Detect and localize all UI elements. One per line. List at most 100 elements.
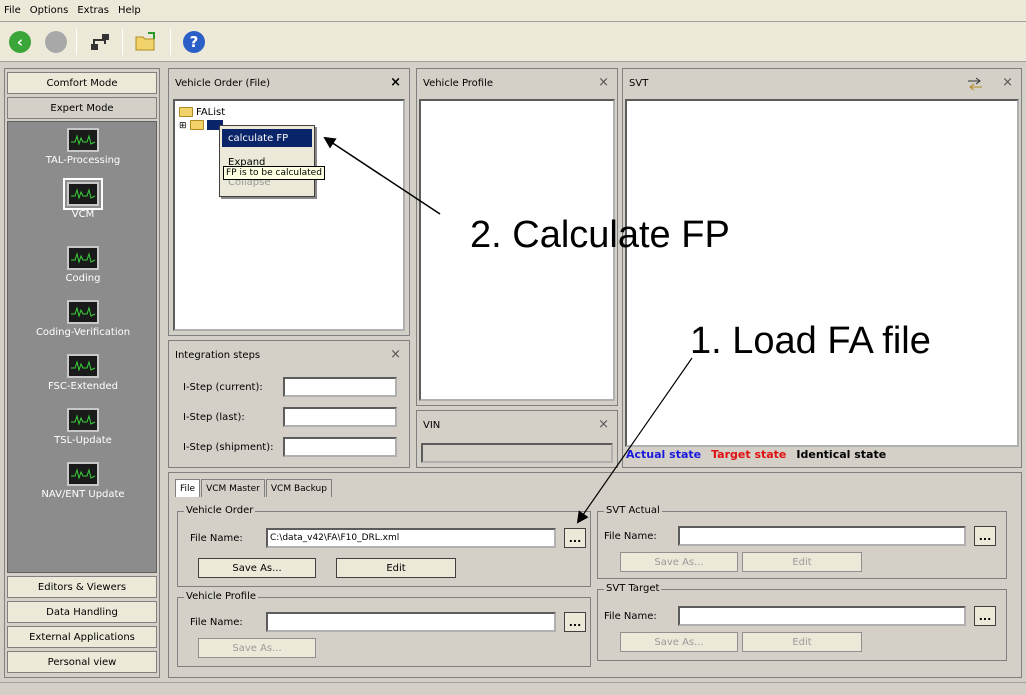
vehicle-order-panel: Vehicle Order (File) × FAList ⊞ calculat… <box>168 68 410 336</box>
monitor-icon <box>67 300 99 324</box>
vehicle-profile-group: Vehicle Profile File Name: ... Save As..… <box>177 591 591 667</box>
menu-options[interactable]: Options <box>30 5 69 16</box>
toolbar-separator <box>170 29 171 55</box>
file-name-label: File Name: <box>190 616 243 628</box>
file-name-label: File Name: <box>604 610 657 622</box>
nav-item-tsl-update[interactable]: TSL-Update <box>8 408 158 446</box>
toolbar-separator <box>122 29 123 55</box>
open-button[interactable] <box>132 28 160 56</box>
svt-actual-file-input[interactable] <box>678 526 966 546</box>
vin-panel: VIN × <box>416 410 618 468</box>
istep-shipment-field[interactable] <box>283 437 397 457</box>
monitor-icon <box>67 354 99 378</box>
editors-viewers-button[interactable]: Editors & Viewers <box>7 576 157 598</box>
svt-legend: Actual state Target state Identical stat… <box>626 448 896 461</box>
calculate-fp-menu-item[interactable]: calculate FP <box>222 129 312 147</box>
vehicle-profile-save-as-button[interactable]: Save As... <box>198 638 316 658</box>
svt-actual-edit-button[interactable]: Edit <box>742 552 862 572</box>
vehicle-order-edit-button[interactable]: Edit <box>336 558 456 578</box>
svt-target-edit-button[interactable]: Edit <box>742 632 862 652</box>
svt-actual-save-as-button[interactable]: Save As... <box>620 552 738 572</box>
toolbar-separator <box>76 29 77 55</box>
legend-actual: Actual state <box>626 448 702 461</box>
svt-target-file-input[interactable] <box>678 606 966 626</box>
tab-vcm-master[interactable]: VCM Master <box>201 479 265 497</box>
personal-view-button[interactable]: Personal view <box>7 651 157 673</box>
expand-icon[interactable]: ⊞ <box>179 121 187 131</box>
svt-actual-browse-button[interactable]: ... <box>974 526 996 546</box>
forward-icon <box>45 31 67 53</box>
annotation-load-fa-file: 1. Load FA file <box>690 320 931 362</box>
comfort-mode-button[interactable]: Comfort Mode <box>7 72 157 94</box>
vehicle-order-file-row: File Name: C:\data_v42\FA\F10_DRL.xml ..… <box>190 528 586 548</box>
menu-file[interactable]: File <box>4 5 21 16</box>
tooltip: FP is to be calculated <box>223 166 325 180</box>
monitor-icon <box>67 128 99 152</box>
istep-shipment-row: I-Step (shipment): <box>183 437 397 457</box>
svt-target-save-as-button[interactable]: Save As... <box>620 632 738 652</box>
context-menu: calculate FP Expand Collapse <box>219 125 315 197</box>
expert-function-list: TAL-Processing VCM Coding Coding-Verific… <box>7 121 157 573</box>
file-name-label: File Name: <box>190 532 243 544</box>
group-label: Vehicle Order <box>184 505 256 516</box>
vehicle-order-browse-button[interactable]: ... <box>564 528 586 548</box>
tree-root[interactable]: FAList <box>179 107 225 118</box>
forward-button[interactable] <box>42 28 70 56</box>
nav-item-vcm[interactable]: VCM <box>8 178 158 220</box>
monitor-icon <box>67 246 99 270</box>
tab-vcm-backup[interactable]: VCM Backup <box>265 479 332 497</box>
network-button[interactable] <box>86 28 114 56</box>
help-button[interactable]: ? <box>180 28 208 56</box>
file-tabs: File VCM Master VCM Backup <box>175 479 333 497</box>
nav-item-tal-processing[interactable]: TAL-Processing <box>8 128 158 166</box>
panel-title: Vehicle Order (File) <box>175 77 271 89</box>
menu-help[interactable]: Help <box>118 5 141 16</box>
monitor-icon <box>63 178 103 210</box>
vehicle-order-file-input[interactable]: C:\data_v42\FA\F10_DRL.xml <box>266 528 556 548</box>
nav-item-coding[interactable]: Coding <box>8 246 158 284</box>
nav-item-nav-ent-update[interactable]: NAV/ENT Update <box>8 462 158 500</box>
data-handling-button[interactable]: Data Handling <box>7 601 157 623</box>
istep-current-field[interactable] <box>283 377 397 397</box>
file-name-label: File Name: <box>604 530 657 542</box>
expert-mode-button[interactable]: Expert Mode <box>7 97 157 119</box>
vehicle-profile-file-input[interactable] <box>266 612 556 632</box>
istep-current-label: I-Step (current): <box>183 381 263 393</box>
vehicle-order-tree: FAList ⊞ calculate FP Expand Collapse FP… <box>173 99 405 331</box>
legend-identical: Identical state <box>796 448 887 461</box>
back-button[interactable]: ‹ <box>6 28 34 56</box>
panel-title: Integration steps <box>175 349 261 361</box>
svt-view <box>625 99 1019 447</box>
annotation-calculate-fp: 2. Calculate FP <box>470 214 730 256</box>
external-applications-button[interactable]: External Applications <box>7 626 157 648</box>
open-folder-icon <box>135 32 155 51</box>
nav-item-fsc-extended[interactable]: FSC-Extended <box>8 354 158 392</box>
close-icon[interactable]: × <box>390 347 401 362</box>
close-icon[interactable]: × <box>598 75 609 90</box>
panel-title: VIN <box>423 419 441 431</box>
istep-shipment-label: I-Step (shipment): <box>183 441 274 453</box>
svt-panel: SVT × <box>622 68 1022 468</box>
close-icon[interactable]: × <box>1002 75 1013 90</box>
svt-target-browse-button[interactable]: ... <box>974 606 996 626</box>
vin-field[interactable] <box>421 443 613 463</box>
monitor-icon <box>67 462 99 486</box>
menu-bar: File Options Extras Help <box>0 0 1026 22</box>
tab-file[interactable]: File <box>175 479 201 497</box>
istep-last-row: I-Step (last): <box>183 407 397 427</box>
compare-icon[interactable] <box>967 77 983 91</box>
panel-title: SVT <box>629 77 649 89</box>
nav-item-coding-verification[interactable]: Coding-Verification <box>8 300 158 338</box>
close-icon[interactable]: × <box>598 417 609 432</box>
vehicle-profile-browse-button[interactable]: ... <box>564 612 586 632</box>
close-icon[interactable]: × <box>390 75 401 90</box>
vehicle-order-group: Vehicle Order File Name: C:\data_v42\FA\… <box>177 505 591 587</box>
svt-actual-file-row: File Name: ... <box>604 526 996 546</box>
help-icon: ? <box>183 31 205 53</box>
group-label: SVT Actual <box>604 505 662 516</box>
vehicle-order-save-as-button[interactable]: Save As... <box>198 558 316 578</box>
folder-icon <box>189 120 204 130</box>
istep-last-label: I-Step (last): <box>183 411 245 423</box>
istep-last-field[interactable] <box>283 407 397 427</box>
menu-extras[interactable]: Extras <box>77 5 109 16</box>
